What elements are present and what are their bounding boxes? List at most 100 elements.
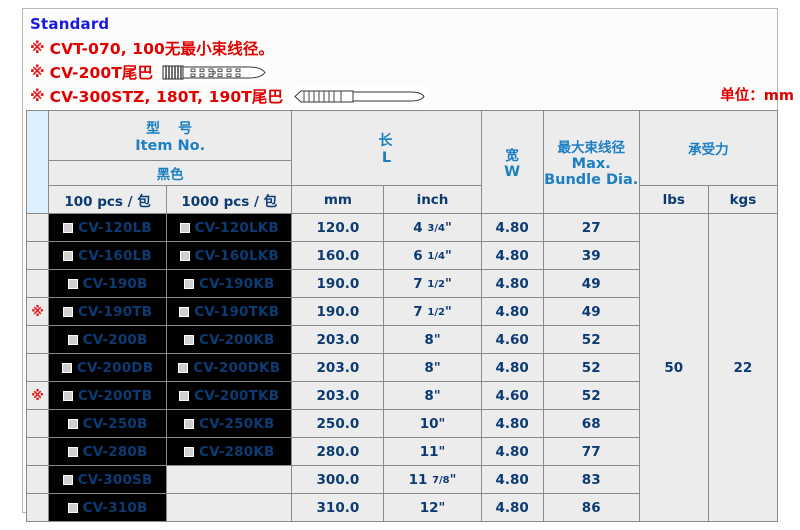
cell-length-mm: 120.0 — [291, 213, 385, 242]
inch-fraction: 7/8 — [432, 474, 450, 486]
square-bullet-icon — [63, 250, 74, 261]
cell-item-100-label: CV-120LB — [78, 219, 152, 236]
cell-length-inch: 12" — [383, 493, 482, 522]
header-length: 长 L — [291, 110, 482, 186]
header-force-kgs: kgs — [707, 185, 779, 214]
cell-item-1000: CV-280KB — [166, 437, 293, 466]
inch-mark: " — [433, 360, 441, 376]
inch-mark: " — [433, 388, 441, 404]
note-text-1: CVT-070, 100无最小束线径。 — [49, 40, 275, 58]
cell-item-100-label: CV-310B — [82, 499, 148, 516]
inch-mark: " — [444, 248, 452, 264]
cell-item-1000: CV-160LKB — [166, 241, 293, 270]
cell-item-1000: CV-190TKB — [166, 297, 293, 326]
cell-length-inch: 8" — [383, 381, 482, 410]
cell-bundle-dia: 49 — [542, 297, 640, 326]
cell-item-100-label: CV-200B — [82, 331, 148, 348]
cell-width: 4.80 — [480, 493, 544, 522]
cell-item-1000-label: CV-190KB — [198, 275, 275, 292]
cell-width: 4.80 — [480, 437, 544, 466]
square-bullet-icon — [67, 446, 78, 457]
asterisk-icon: ※ — [31, 388, 44, 404]
spec-sheet-page: Standard ※ CVT-070, 100无最小束线径。 ※ CV-200T… — [0, 0, 800, 530]
header-force: 承受力 — [638, 110, 779, 186]
asterisk-icon: ※ — [30, 62, 45, 81]
inch-fraction: 3/4 — [427, 222, 445, 234]
cell-item-100-label: CV-200DB — [76, 359, 154, 376]
square-bullet-icon — [179, 222, 190, 233]
spec-table-wrap: 型 号 Item No. 长 L 宽 W 最大束线径 Max. Bundle D… — [25, 110, 779, 522]
cell-item-1000-label: CV-200KB — [198, 331, 275, 348]
cell-item-100-label: CV-300SB — [77, 471, 153, 488]
cell-item-100: CV-250B — [48, 409, 168, 438]
inch-whole: 8 — [424, 359, 434, 376]
cell-length-mm: 190.0 — [291, 269, 385, 298]
asterisk-icon: ※ — [31, 304, 44, 320]
square-bullet-icon — [178, 362, 189, 373]
cell-length-mm: 310.0 — [291, 493, 385, 522]
cell-item-100: CV-190B — [48, 269, 168, 298]
cell-item-100: CV-160LB — [48, 241, 168, 270]
inch-whole: 4 — [413, 219, 423, 236]
header-bundle-en-2: Bundle Dia. — [544, 172, 639, 188]
note-text-2: CV-200T尾巴 — [49, 64, 154, 82]
cell-item-100-label: CV-160LB — [78, 247, 152, 264]
standard-label: Standard — [30, 15, 110, 33]
cell-bundle-dia: 52 — [542, 381, 640, 410]
cell-item-100: CV-190TB — [48, 297, 168, 326]
inch-whole: 8 — [424, 331, 434, 348]
cell-item-1000-label: CV-280KB — [198, 443, 275, 460]
inch-mark: " — [433, 332, 441, 348]
inch-mark: " — [438, 416, 446, 432]
cell-item-100-label: CV-280B — [82, 443, 148, 460]
header-row-1: 型 号 Item No. 长 L 宽 W 最大束线径 Max. Bundle D… — [25, 110, 779, 214]
unit-note: 单位：mm — [720, 88, 794, 104]
cell-length-mm: 203.0 — [291, 353, 385, 382]
header-item-no: 型 号 Item No. — [48, 110, 293, 161]
cell-width: 4.80 — [480, 353, 544, 382]
note-standard: Standard — [30, 12, 772, 36]
square-bullet-icon — [67, 418, 78, 429]
cell-length-inch: 10" — [383, 409, 482, 438]
inch-fraction: 1/4 — [427, 250, 445, 262]
inch-fraction: 1/2 — [427, 306, 445, 318]
inch-mark: " — [444, 220, 452, 236]
header-bundle-en-1: Max. — [571, 156, 611, 172]
inch-whole: 6 — [413, 247, 423, 264]
square-bullet-icon — [183, 334, 194, 345]
cell-item-1000: CV-200KB — [166, 325, 293, 354]
note-line-3: ※ CV-300STZ, 180T, 190T尾巴 — [30, 84, 772, 108]
cell-length-mm: 190.0 — [291, 297, 385, 326]
cell-bundle-dia: 83 — [542, 465, 640, 494]
cell-item-1000: CV-200TKB — [166, 381, 293, 410]
row-star-cell — [25, 353, 50, 382]
header-force-lbs: lbs — [638, 185, 709, 214]
row-star-cell — [25, 409, 50, 438]
inch-whole: 10 — [419, 415, 439, 432]
cell-width: 4.80 — [480, 269, 544, 298]
header-row-3: 100 pcs / 包 1000 pcs / 包 mm inch lbs kgs — [27, 185, 779, 214]
header-width-cn: 宽 — [505, 148, 519, 164]
square-bullet-icon — [183, 418, 194, 429]
cell-item-1000: CV-200DKB — [166, 353, 293, 382]
cell-bundle-dia: 52 — [542, 325, 640, 354]
cable-tie-300stz-icon — [291, 86, 428, 106]
cable-tie-200t-icon — [161, 62, 270, 82]
cell-bundle-dia: 49 — [542, 269, 640, 298]
cell-length-inch: 8" — [383, 325, 482, 354]
spec-table: 型 号 Item No. 长 L 宽 W 最大束线径 Max. Bundle D… — [25, 110, 779, 522]
cell-length-mm: 203.0 — [291, 381, 385, 410]
row-star-cell — [25, 213, 50, 242]
row-star-cell — [25, 437, 50, 466]
header-length-mm: mm — [291, 185, 385, 214]
row-star-cell — [25, 465, 50, 494]
header-bundle-cn: 最大束线径 — [557, 140, 625, 156]
inch-mark: " — [444, 304, 452, 320]
cell-item-100: CV-200DB — [48, 353, 168, 382]
cell-item-100: CV-280B — [48, 437, 168, 466]
cell-item-100: CV-200TB — [48, 381, 168, 410]
cell-item-1000 — [166, 465, 293, 494]
square-bullet-icon — [67, 502, 78, 513]
cell-item-1000-label: CV-250KB — [198, 415, 275, 432]
square-bullet-icon — [63, 222, 74, 233]
